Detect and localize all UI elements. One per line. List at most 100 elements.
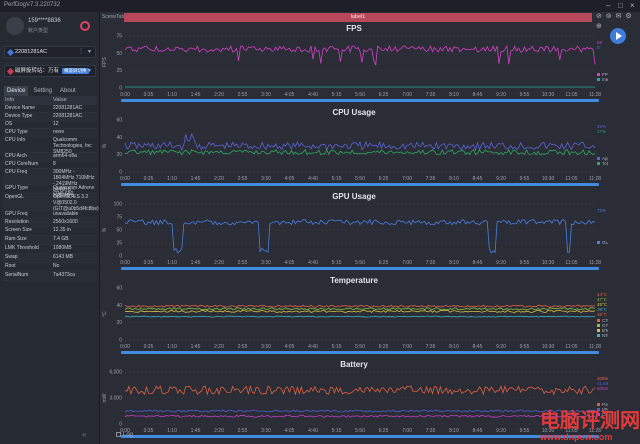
x-tick-label: 0:35: [144, 92, 154, 98]
x-tick-label: 11:05: [565, 344, 577, 350]
close-icon[interactable]: ×: [630, 1, 635, 10]
row-value: 22081281AC: [53, 113, 83, 119]
time-range-slider[interactable]: [121, 183, 599, 186]
x-tick-label: 6:25: [379, 260, 389, 266]
series-line: [124, 148, 596, 156]
table-row: Root No: [3, 263, 97, 272]
y-tick-label: 75: [116, 215, 122, 221]
y-tick-label: 0: [119, 254, 122, 260]
watermark-text: 电脑评测网: [540, 408, 640, 432]
row-value: arm64-v8a: [53, 153, 77, 159]
x-tick-label: 8:10: [449, 92, 459, 98]
legend-swatch: [597, 324, 600, 327]
x-tick-label: 9:55: [520, 344, 530, 350]
x-tick-label: 4:05: [285, 344, 295, 350]
x-tick-label: 6:25: [379, 176, 389, 182]
x-tick-label: 10:30: [542, 176, 555, 182]
row-key: Device Name: [5, 105, 36, 111]
x-tick-label: 7:35: [426, 344, 436, 350]
device-select-label: 22081281AC: [15, 49, 48, 55]
x-tick-label: 2:55: [238, 428, 248, 434]
chart-temp: Temperature 60 40 20 0 °C 0:00 0:35 1:10 1:45 2:20…: [100, 276, 608, 360]
tab-setting[interactable]: Setting: [30, 86, 55, 96]
avatar[interactable]: [6, 17, 24, 35]
series-line: [124, 44, 596, 66]
row-key: CPU Arch: [5, 153, 27, 159]
x-tick-label: 2:20: [214, 176, 224, 182]
log-toggle[interactable]: Log: [116, 432, 133, 438]
x-tick-label: 4:05: [285, 92, 295, 98]
table-row: CPU Type none: [3, 129, 97, 137]
y-axis-label: °C: [102, 311, 108, 317]
x-tick-label: 9:20: [496, 92, 506, 98]
row-key: CPU CoreNum: [5, 161, 39, 167]
time-range-slider[interactable]: [121, 435, 599, 438]
series-line: [124, 414, 595, 418]
chart-battery: Battery 6,000 3,000 0 mW 0:00 0:35 1:10 1:45 2:20…: [100, 360, 608, 444]
row-value: Qualcomm Technologies, Inc SM8250: [53, 137, 92, 155]
scene-tab[interactable]: SceneTab: [100, 12, 124, 22]
y-tick-label: 0: [119, 86, 122, 92]
legend-swatch: [597, 73, 600, 76]
x-tick-label: 8:45: [473, 176, 483, 182]
y-axis-label: %: [102, 227, 108, 232]
table-row: Device Type 22081281AC: [3, 113, 97, 121]
row-value: OpenGL ES 3.2 V@0502.0 (GIT@a0b5d4fc8be): [53, 194, 99, 212]
table-row: Resolution 2560x1600: [3, 219, 97, 227]
y-axis-label: %: [102, 143, 108, 148]
row-key: GPU Freq: [5, 211, 28, 217]
time-range-slider[interactable]: [121, 351, 599, 354]
x-tick-label: 5:50: [355, 428, 365, 434]
y-axis-label: FPS: [102, 56, 108, 66]
power-icon[interactable]: [80, 21, 90, 31]
x-tick-label: 8:45: [473, 428, 483, 434]
x-tick-label: 1:45: [191, 92, 201, 98]
x-tick-label: 7:35: [426, 428, 436, 434]
label-bar[interactable]: label1: [124, 13, 592, 22]
legend-swatch: [597, 78, 600, 81]
x-tick-label: 11:05: [565, 176, 577, 182]
time-range-slider[interactable]: [121, 267, 599, 270]
log-checkbox[interactable]: [116, 432, 121, 437]
x-tick-label: 11:28: [589, 344, 601, 350]
x-tick-label: 1:10: [167, 92, 177, 98]
time-range-slider[interactable]: [121, 99, 599, 102]
x-tick-label: 11:05: [565, 92, 577, 98]
device-select[interactable]: 22081281AC ⋮ ▼: [4, 46, 96, 58]
header-info: Info: [5, 97, 15, 103]
minimize-icon[interactable]: –: [606, 1, 610, 10]
legend-item: InterFrame: [602, 77, 608, 82]
collapse-left-icon[interactable]: «: [82, 430, 86, 439]
x-tick-label: 4:05: [285, 428, 295, 434]
tab-about[interactable]: About: [57, 86, 79, 96]
table-row: OS 12: [3, 121, 97, 129]
x-tick-label: 8:10: [449, 428, 459, 434]
x-tick-label: 0:00: [120, 176, 130, 182]
log-label: Log: [123, 432, 134, 438]
user-row: 159****8836 账户类型: [0, 12, 100, 40]
x-tick-label: 1:45: [191, 428, 201, 434]
x-tick-label: 9:55: [520, 260, 530, 266]
tab-device[interactable]: Device: [4, 86, 29, 96]
x-tick-label: 4:05: [285, 260, 295, 266]
row-key: Screen Size: [5, 227, 32, 233]
table-row: CPU Freq 300MHz - 1804MHz 710MHz - 2419MH…: [3, 169, 97, 199]
play-button[interactable]: [610, 28, 626, 44]
legend-item: GUsage: [602, 240, 608, 245]
y-tick-label: 6,000: [109, 370, 122, 376]
y-tick-label: 0: [119, 338, 122, 344]
chart-gpu: GPU Usage 100 75 50 25 0% 0:00 0:35 1:10 1:45 2:20…: [100, 192, 608, 276]
row-key: OS: [5, 121, 13, 127]
table-row: Screen Size 12.35 in: [3, 227, 97, 236]
row-key: GPU Type: [5, 185, 28, 191]
x-tick-label: 4:40: [308, 344, 318, 350]
device-info-table: Info Value Device Name 22081281AC Device T…: [3, 96, 99, 281]
chevron-down-icon: ▼: [87, 68, 92, 74]
series-line: [125, 315, 596, 318]
x-tick-label: 7:35: [426, 92, 436, 98]
x-tick-label: 7:35: [426, 176, 436, 182]
x-tick-label: 0:35: [144, 344, 154, 350]
legend-swatch: [597, 329, 600, 332]
maximize-icon[interactable]: □: [618, 1, 623, 10]
app-select[interactable]: 磁屏旋转站：万有 横竖屏切换 ▼: [4, 65, 96, 77]
